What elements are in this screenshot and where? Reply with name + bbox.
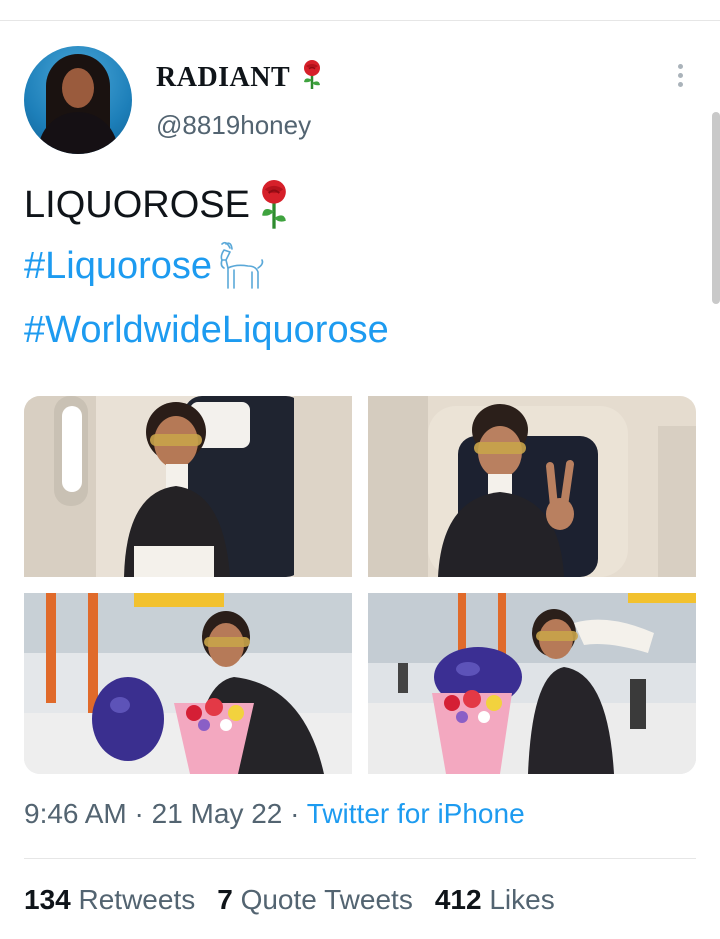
top-divider: [0, 20, 720, 21]
hashtag-link-worldwide[interactable]: #WorldwideLiquorose: [24, 298, 696, 362]
tweet-header: RADIANT @8819honey: [24, 46, 696, 156]
tweet-time[interactable]: 9:46 AM: [24, 798, 127, 829]
quote-label: Quote Tweets: [240, 884, 413, 915]
goat-icon: [220, 241, 264, 289]
likes-stat[interactable]: 412 Likes: [435, 884, 555, 915]
retweets-count: 134: [24, 884, 71, 915]
more-options-icon[interactable]: [670, 64, 690, 96]
tweet-date[interactable]: 21 May 22: [152, 798, 283, 829]
tweet-stats: 134 Retweets 7 Quote Tweets 412 Likes: [24, 884, 555, 916]
quote-tweets-stat[interactable]: 7 Quote Tweets: [217, 884, 413, 915]
tweet-photo-4[interactable]: [368, 593, 696, 774]
display-name[interactable]: RADIANT: [156, 62, 290, 94]
retweets-label: Retweets: [78, 884, 196, 915]
hashtag-link-liquorose[interactable]: #Liquorose: [24, 234, 696, 298]
retweets-stat[interactable]: 134 Retweets: [24, 884, 195, 915]
likes-count: 412: [434, 884, 482, 915]
hashtag-text[interactable]: #WorldwideLiquorose: [24, 309, 389, 352]
rose-icon: [304, 60, 320, 89]
tweet-photo-3[interactable]: [24, 593, 352, 774]
likes-label: Likes: [489, 884, 555, 915]
tweet-photo-2[interactable]: [368, 396, 696, 577]
separator: ·: [126, 798, 152, 829]
tweet-meta: 9:46 AM · 21 May 22 · Twitter for iPhone: [24, 798, 525, 830]
hashtag-text[interactable]: #Liquorose: [24, 245, 212, 288]
rose-icon: [262, 180, 286, 229]
user-handle[interactable]: @8819honey: [156, 110, 311, 141]
photo-grid: [24, 396, 696, 774]
divider: [24, 858, 696, 859]
quote-count: 7: [217, 884, 233, 915]
scrollbar[interactable]: [712, 112, 720, 304]
tweet-photo-1[interactable]: [24, 396, 352, 577]
tweet-source-link[interactable]: Twitter for iPhone: [307, 798, 525, 829]
tweet-text-main: LIQUOROSE: [24, 183, 250, 226]
avatar[interactable]: [24, 46, 132, 154]
tweet-text: LIQUOROSE #Liquorose #WorldwideLiquorose: [24, 176, 696, 362]
separator: ·: [282, 798, 307, 829]
